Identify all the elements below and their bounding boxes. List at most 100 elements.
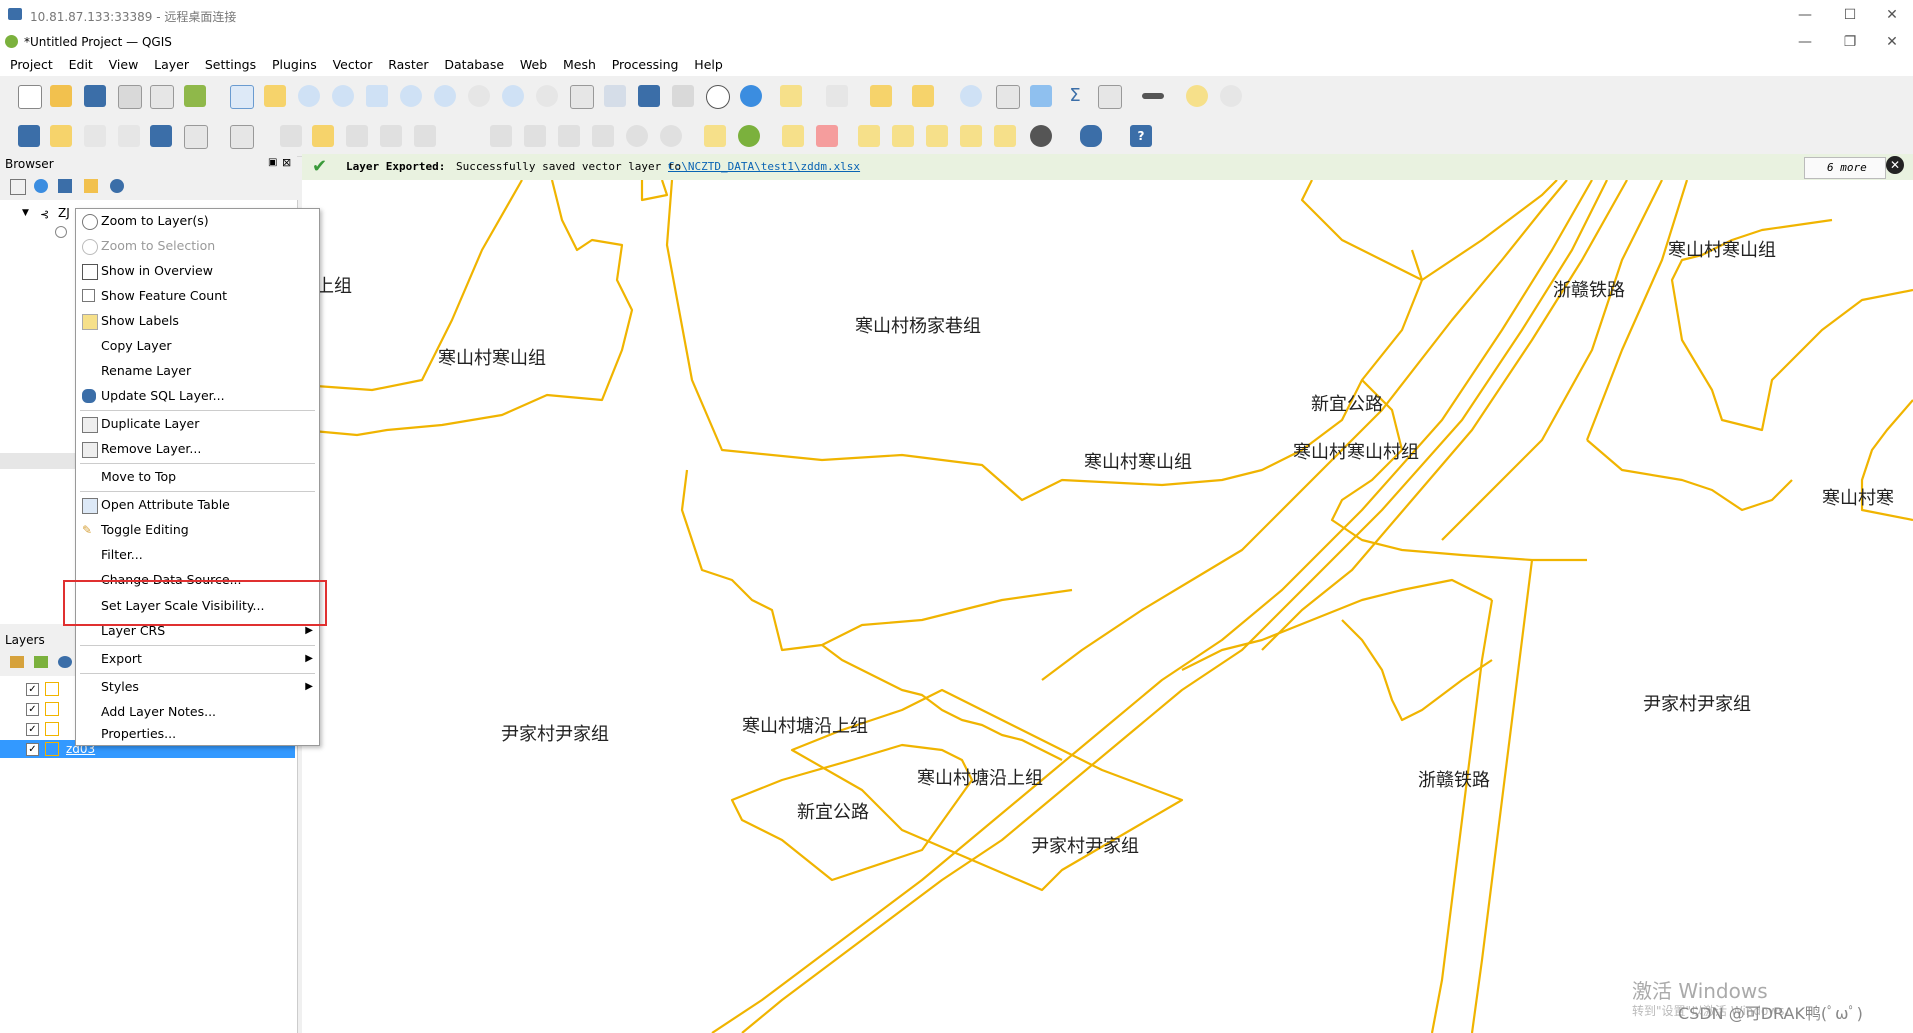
new-3d-view-icon[interactable] xyxy=(604,85,626,107)
layout-manager-icon[interactable] xyxy=(150,85,174,109)
map-tips-icon[interactable] xyxy=(1186,85,1208,107)
collapse-all-icon[interactable] xyxy=(84,179,98,193)
menu-vector[interactable]: Vector xyxy=(327,54,379,75)
label-properties-icon[interactable] xyxy=(994,125,1016,147)
menu-item-rename-layer[interactable]: Rename Layer xyxy=(76,359,319,383)
manage-visibility-icon[interactable] xyxy=(58,656,72,668)
show-hide-labels-icon[interactable] xyxy=(892,125,914,147)
menu-item-move-to-top[interactable]: Move to Top xyxy=(76,465,319,489)
zoom-in-icon[interactable] xyxy=(298,85,320,107)
layer-visibility-checkbox[interactable]: ✓ xyxy=(26,683,39,696)
message-link[interactable]: C:\NCZTD_DATA\test1\zddm.xlsx xyxy=(668,160,860,173)
zoom-to-layer-icon[interactable] xyxy=(434,85,456,107)
move-label-icon[interactable] xyxy=(858,125,880,147)
temporal-controller-icon[interactable] xyxy=(706,85,730,109)
statistics-icon[interactable]: Σ xyxy=(1064,85,1086,107)
menu-help[interactable]: Help xyxy=(688,54,729,75)
menu-item-export[interactable]: Export ▶ xyxy=(76,647,319,671)
menu-item-duplicate-layer[interactable]: Duplicate Layer xyxy=(76,412,319,436)
measure-icon[interactable] xyxy=(1142,93,1164,99)
layer-visibility-checkbox[interactable]: ✓ xyxy=(26,743,39,756)
menu-item-zoom-to-layer[interactable]: Zoom to Layer(s) xyxy=(76,209,319,233)
menu-layer[interactable]: Layer xyxy=(148,54,195,75)
add-selected-icon[interactable] xyxy=(10,179,26,195)
more-messages-button[interactable]: 6 more xyxy=(1804,157,1886,179)
zoom-next-icon[interactable] xyxy=(536,85,558,107)
menu-project[interactable]: Project xyxy=(4,54,59,75)
properties-browser-icon[interactable] xyxy=(110,179,124,193)
select-by-value-icon[interactable] xyxy=(826,85,848,107)
float-panel-icon[interactable]: ▣ xyxy=(268,157,277,168)
diagram-tool-icon[interactable] xyxy=(738,125,760,147)
app-restore-button[interactable]: ❐ xyxy=(1830,31,1870,53)
layer-visibility-checkbox[interactable]: ✓ xyxy=(26,703,39,716)
cut-features-icon[interactable] xyxy=(524,125,546,147)
open-project-icon[interactable] xyxy=(50,85,72,107)
show-bookmarks-icon[interactable] xyxy=(672,85,694,107)
add-mesh-icon[interactable] xyxy=(150,125,172,147)
menu-plugins[interactable]: Plugins xyxy=(266,54,323,75)
pan-to-selection-icon[interactable] xyxy=(264,85,286,107)
identify-icon[interactable] xyxy=(960,85,982,107)
zoom-native-icon[interactable] xyxy=(468,85,490,107)
label-tool-icon[interactable] xyxy=(704,125,726,147)
menu-raster[interactable]: Raster xyxy=(382,54,434,75)
print-layout-icon[interactable] xyxy=(118,85,142,109)
menu-edit[interactable]: Edit xyxy=(63,54,99,75)
refresh-browser-icon[interactable] xyxy=(34,179,48,193)
app-minimize-button[interactable]: — xyxy=(1785,31,1825,53)
add-vector-icon[interactable] xyxy=(84,125,106,147)
redo-icon[interactable] xyxy=(660,125,682,147)
vertex-tool-icon[interactable] xyxy=(414,125,436,147)
help-icon[interactable]: ? xyxy=(1130,125,1152,147)
rotate-label-icon[interactable] xyxy=(926,125,948,147)
highlight-labels-icon[interactable] xyxy=(816,125,838,147)
menu-view[interactable]: View xyxy=(103,54,145,75)
new-project-icon[interactable] xyxy=(18,85,42,109)
app-close-button[interactable]: ✕ xyxy=(1872,31,1912,53)
zoom-full-icon[interactable] xyxy=(366,85,388,107)
menu-processing[interactable]: Processing xyxy=(606,54,685,75)
close-panel-icon[interactable]: ⊠ xyxy=(282,156,291,169)
menu-item-styles[interactable]: Styles ▶ xyxy=(76,675,319,699)
delete-selected-icon[interactable] xyxy=(490,125,512,147)
pan-icon[interactable] xyxy=(230,85,254,109)
select-features-icon[interactable] xyxy=(780,85,802,107)
menu-item-open-attribute-table[interactable]: Open Attribute Table xyxy=(76,493,319,517)
menu-item-show-feature-count[interactable]: Show Feature Count xyxy=(76,284,319,308)
menu-item-toggle-editing[interactable]: ✎ Toggle Editing xyxy=(76,518,319,542)
menu-web[interactable]: Web xyxy=(514,54,553,75)
menu-item-properties[interactable]: Properties... xyxy=(76,722,319,746)
menu-item-zoom-to-selection[interactable]: Zoom to Selection xyxy=(76,234,319,258)
rdp-minimize-button[interactable]: — xyxy=(1785,4,1825,26)
change-label-icon[interactable] xyxy=(960,125,982,147)
attribute-table-icon[interactable] xyxy=(996,85,1020,109)
refresh-icon[interactable] xyxy=(740,85,762,107)
open-table-icon[interactable] xyxy=(1098,85,1122,109)
rdp-close-button[interactable]: ✕ xyxy=(1872,4,1912,26)
add-delimited-text-icon[interactable] xyxy=(184,125,208,149)
rdp-maximize-button[interactable]: ☐ xyxy=(1830,4,1870,26)
undo-icon[interactable] xyxy=(626,125,648,147)
menu-database[interactable]: Database xyxy=(438,54,510,75)
zoom-out-icon[interactable] xyxy=(332,85,354,107)
menu-item-update-sql-layer[interactable]: Update SQL Layer... xyxy=(76,384,319,408)
save-project-icon[interactable] xyxy=(84,85,106,107)
paste-features-icon[interactable] xyxy=(592,125,614,147)
toggle-editing-icon[interactable] xyxy=(312,125,334,147)
zoom-to-selection-icon[interactable] xyxy=(400,85,422,107)
menu-mesh[interactable]: Mesh xyxy=(557,54,602,75)
new-bookmark-icon[interactable] xyxy=(638,85,660,107)
add-raster-icon[interactable] xyxy=(118,125,140,147)
menu-item-add-layer-notes[interactable]: Add Layer Notes... xyxy=(76,700,319,724)
current-edits-icon[interactable] xyxy=(280,125,302,147)
style-layer-icon[interactable] xyxy=(10,656,24,668)
field-calculator-icon[interactable] xyxy=(1030,85,1052,107)
style-manager-icon[interactable] xyxy=(184,85,206,107)
save-edits-icon[interactable] xyxy=(346,125,368,147)
menu-settings[interactable]: Settings xyxy=(199,54,262,75)
select-location-icon[interactable] xyxy=(912,85,934,107)
map-canvas[interactable]: 上组 寒山村杨家巷组 寒山村寒山组 寒山村寒山组 新宜公路 寒山村寒山村组 浙赣… xyxy=(302,180,1913,1033)
plugin-icon[interactable] xyxy=(1030,125,1052,147)
zoom-last-icon[interactable] xyxy=(502,85,524,107)
